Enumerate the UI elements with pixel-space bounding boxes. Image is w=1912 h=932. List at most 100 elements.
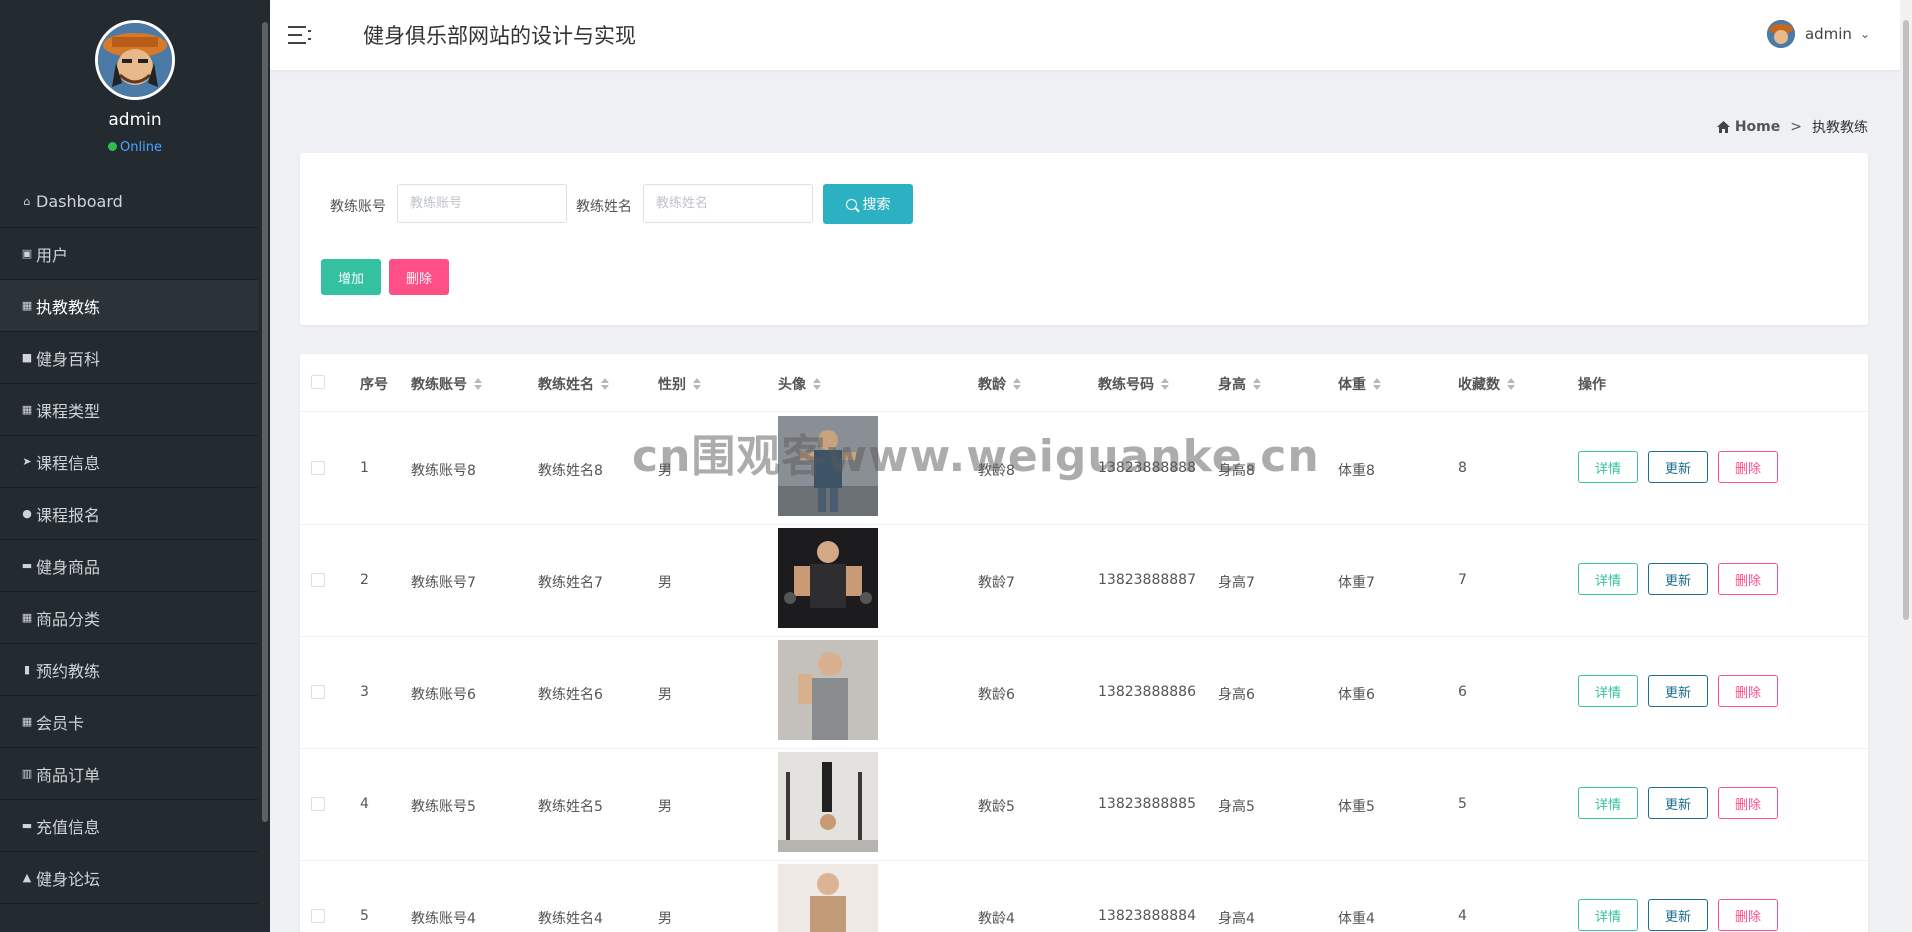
row-checkbox[interactable] bbox=[311, 461, 325, 475]
name-search-input[interactable] bbox=[643, 184, 813, 223]
header-weight[interactable]: 体重 bbox=[1338, 374, 1381, 394]
apps-icon: ▦ bbox=[21, 715, 33, 728]
home-icon bbox=[1716, 121, 1730, 133]
sidebar-item-label: 课程信息 bbox=[36, 453, 101, 473]
update-button[interactable]: 更新 bbox=[1648, 899, 1708, 931]
top-header: 健身俱乐部网站的设计与实现 admin ⌄ bbox=[270, 0, 1900, 70]
sidebar-item-11[interactable]: ▥ 商品订单 bbox=[0, 748, 258, 800]
add-button[interactable]: 增加 bbox=[321, 259, 381, 295]
sidebar-item-1[interactable]: ▣ 用户 bbox=[0, 228, 258, 280]
sidebar-item-9[interactable]: ▮ 预约教练 bbox=[0, 644, 258, 696]
table-header: 序号 教练账号 教练姓名 性别 头像 教龄 教练号码 身高 体重 收藏数 操作 bbox=[300, 354, 1868, 412]
cell-name: 教练姓名6 bbox=[538, 687, 603, 703]
sidebar-item-label: 预约教练 bbox=[36, 661, 101, 681]
sidebar-item-label: 会员卡 bbox=[36, 713, 85, 733]
row-checkbox[interactable] bbox=[311, 573, 325, 587]
delete-button[interactable]: 删除 bbox=[1718, 563, 1778, 595]
page-scrollbar[interactable] bbox=[1900, 0, 1912, 932]
sort-icon[interactable] bbox=[1161, 378, 1169, 390]
delete-button[interactable]: 删除 bbox=[1718, 675, 1778, 707]
sidebar: admin Online ⌂ Dashboard ▣ 用户 ▦ 执教教练 ■ 健身百科 ▦ 课程类… bbox=[0, 0, 270, 932]
cell-weight: 体重4 bbox=[1338, 911, 1375, 927]
user-menu[interactable]: admin ⌄ bbox=[1766, 20, 1870, 48]
sidebar-item-7[interactable]: ▬ 健身商品 bbox=[0, 540, 258, 592]
cell-name: 教练姓名7 bbox=[538, 575, 603, 591]
detail-button[interactable]: 详情 bbox=[1578, 563, 1638, 595]
detail-button[interactable]: 详情 bbox=[1578, 451, 1638, 483]
sidebar-item-12[interactable]: ▬ 充值信息 bbox=[0, 800, 258, 852]
sidebar-item-label: 用户 bbox=[36, 245, 69, 265]
grid-icon: ▦ bbox=[21, 611, 33, 624]
account-search-input[interactable] bbox=[397, 184, 567, 223]
update-button[interactable]: 更新 bbox=[1648, 563, 1708, 595]
select-all-checkbox[interactable] bbox=[311, 375, 325, 389]
chart-icon: ▥ bbox=[21, 767, 33, 780]
row-checkbox[interactable] bbox=[311, 685, 325, 699]
person-icon: ▲ bbox=[22, 871, 32, 884]
sort-icon[interactable] bbox=[813, 378, 821, 390]
cell-gender: 男 bbox=[658, 575, 672, 591]
sidebar-item-0[interactable]: ⌂ Dashboard bbox=[0, 176, 258, 228]
detail-button[interactable]: 详情 bbox=[1578, 675, 1638, 707]
sort-icon[interactable] bbox=[1013, 378, 1021, 390]
sidebar-item-10[interactable]: ▦ 会员卡 bbox=[0, 696, 258, 748]
breadcrumb-current: 执教教练 bbox=[1812, 120, 1868, 136]
header-height[interactable]: 身高 bbox=[1218, 374, 1261, 394]
update-button[interactable]: 更新 bbox=[1648, 675, 1708, 707]
cell-phone: 13823888884 bbox=[1098, 908, 1196, 924]
header-account[interactable]: 教练账号 bbox=[411, 374, 482, 394]
header-years[interactable]: 教龄 bbox=[978, 374, 1021, 394]
detail-button[interactable]: 详情 bbox=[1578, 787, 1638, 819]
sort-icon[interactable] bbox=[693, 378, 701, 390]
sort-icon[interactable] bbox=[1373, 378, 1381, 390]
sidebar-item-8[interactable]: ▦ 商品分类 bbox=[0, 592, 258, 644]
user-avatar[interactable] bbox=[95, 20, 175, 100]
cell-height: 身高6 bbox=[1218, 687, 1255, 703]
sidebar-item-2[interactable]: ▦ 执教教练 bbox=[0, 280, 258, 332]
delete-button[interactable]: 删除 bbox=[1718, 451, 1778, 483]
update-button[interactable]: 更新 bbox=[1648, 787, 1708, 819]
cell-account: 教练账号8 bbox=[411, 463, 476, 479]
cell-favorites: 4 bbox=[1458, 908, 1467, 924]
cell-weight: 体重6 bbox=[1338, 687, 1375, 703]
search-button-label: 搜索 bbox=[862, 197, 891, 213]
cell-no: 1 bbox=[360, 460, 369, 476]
delete-button[interactable]: 删除 bbox=[1718, 899, 1778, 931]
cell-account: 教练账号6 bbox=[411, 687, 476, 703]
sort-icon[interactable] bbox=[1253, 378, 1261, 390]
sidebar-item-label: 健身商品 bbox=[36, 557, 101, 577]
header-name[interactable]: 教练姓名 bbox=[538, 374, 609, 394]
cell-weight: 体重5 bbox=[1338, 799, 1375, 815]
sort-icon[interactable] bbox=[474, 378, 482, 390]
sidebar-item-6[interactable]: ● 课程报名 bbox=[0, 488, 258, 540]
sidebar-scrollbar[interactable] bbox=[262, 22, 268, 822]
sidebar-item-5[interactable]: ➤ 课程信息 bbox=[0, 436, 258, 488]
sidebar-item-label: 商品订单 bbox=[36, 765, 101, 785]
sidebar-item-13[interactable]: ▲ 健身论坛 bbox=[0, 852, 258, 904]
header-phone[interactable]: 教练号码 bbox=[1098, 374, 1169, 394]
search-button[interactable]: 搜索 bbox=[823, 184, 913, 224]
cell-weight: 体重8 bbox=[1338, 463, 1375, 479]
briefcase-icon: ■ bbox=[21, 351, 33, 364]
sidebar-item-4[interactable]: ▦ 课程类型 bbox=[0, 384, 258, 436]
row-checkbox[interactable] bbox=[311, 909, 325, 923]
sidebar-item-label: 课程类型 bbox=[36, 401, 101, 421]
header-favorites[interactable]: 收藏数 bbox=[1458, 374, 1515, 394]
batch-delete-button[interactable]: 删除 bbox=[389, 259, 449, 295]
header-gender[interactable]: 性别 bbox=[658, 374, 701, 394]
row-checkbox[interactable] bbox=[311, 797, 325, 811]
menu-toggle-icon[interactable] bbox=[288, 24, 312, 46]
sort-icon[interactable] bbox=[1507, 378, 1515, 390]
account-label: 教练账号 bbox=[330, 199, 386, 215]
sidebar-item-label: 健身论坛 bbox=[36, 869, 101, 889]
sort-icon[interactable] bbox=[601, 378, 609, 390]
grid-icon: ▦ bbox=[21, 299, 33, 312]
update-button[interactable]: 更新 bbox=[1648, 451, 1708, 483]
header-avatar[interactable]: 头像 bbox=[778, 374, 821, 394]
search-icon bbox=[845, 198, 857, 210]
cell-account: 教练账号4 bbox=[411, 911, 476, 927]
delete-button[interactable]: 删除 bbox=[1718, 787, 1778, 819]
sidebar-item-3[interactable]: ■ 健身百科 bbox=[0, 332, 258, 384]
detail-button[interactable]: 详情 bbox=[1578, 899, 1638, 931]
breadcrumb-home[interactable]: Home bbox=[1735, 119, 1780, 135]
